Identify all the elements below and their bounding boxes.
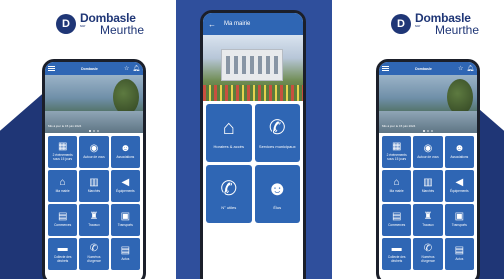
town-hall-icon: ⌂ — [59, 177, 66, 189]
phone-mockup: Dombasle ☆ 🔔︎ Mis à jour le 15 juin 2024… — [376, 59, 480, 279]
people-icon: ☻ — [454, 143, 465, 155]
tile-mairie[interactable]: ⌂ Ma mairie — [48, 170, 78, 202]
star-icon[interactable]: ☆ — [124, 65, 129, 72]
hero-caption: Mis à jour le 15 juin 2024 — [382, 124, 416, 128]
hamburger-icon[interactable] — [48, 66, 55, 71]
tile-emergency[interactable]: ✆ Numéros d'urgence — [413, 238, 443, 270]
arrow-left-icon[interactable]: ← — [208, 20, 216, 29]
worker-icon: ♜ — [423, 211, 433, 223]
phone-mockup: ← Ma mairie ⌂ Horaires & accès ✆ Services … — [200, 10, 306, 279]
tile-transport[interactable]: ▣ Transports — [444, 204, 474, 236]
train-icon: ▣ — [454, 211, 465, 223]
slide-home-left: D Dombasle sur Meurthe Dombasle ☆ 🔔︎ Mis… — [0, 0, 168, 279]
bell-icon[interactable]: 🔔︎ — [132, 65, 140, 72]
brand-emblem-icon: D — [391, 14, 411, 34]
person-icon: ☻ — [266, 177, 288, 200]
megaphone-icon: ◀ — [121, 177, 130, 189]
page-title: Ma mairie — [224, 21, 251, 27]
brand-name-small: sur — [80, 23, 86, 28]
phone-icon: ✆ — [89, 243, 99, 255]
brand-emblem-icon: D — [56, 14, 76, 34]
hero-caption: Mis à jour le 15 juin 2024 — [48, 124, 82, 128]
app-bar: Dombasle ☆ 🔔︎ — [379, 62, 477, 75]
app-bar-logo: Dombasle — [81, 66, 98, 71]
brand-name-small: sur — [415, 23, 421, 28]
tile-equipment[interactable]: ◀ Équipements — [444, 170, 474, 202]
phone-mockup: Dombasle ☆ 🔔︎ Mis à jour le 15 juin 2024… — [42, 59, 146, 279]
tile-works[interactable]: ♜ Travaux — [413, 204, 443, 236]
news-icon: ▤ — [120, 245, 131, 257]
tile-waste[interactable]: ▬ Collecte des déchets — [382, 238, 412, 270]
app-bar: Dombasle ☆ 🔔︎ — [45, 62, 143, 75]
tile-news[interactable]: ▤ Actus — [110, 238, 140, 270]
tile-emergency[interactable]: ✆ Numéros d'urgence — [79, 238, 109, 270]
tile-useful-numbers[interactable]: ✆ N° utiles — [206, 165, 252, 223]
location-pin-icon: ◉ — [89, 143, 99, 155]
tile-equipment[interactable]: ◀ Équipements — [110, 170, 140, 202]
town-hall-icon: ⌂ — [393, 177, 400, 189]
location-pin-icon: ◉ — [423, 143, 433, 155]
hero-image — [203, 35, 303, 101]
phone-icon: ✆ — [423, 243, 433, 255]
basket-icon: ▤ — [391, 211, 402, 223]
news-icon: ▤ — [454, 245, 465, 257]
tile-associations[interactable]: ☻ Associations — [444, 136, 474, 168]
tile-events[interactable]: ▦ 2 événements sous 15 jours — [48, 136, 78, 168]
market-icon: ▥ — [89, 177, 99, 189]
tile-grid: ⌂ Horaires & accès ✆ Services municipaux ✆… — [203, 101, 303, 226]
tile-markets[interactable]: ▥ Marchés — [79, 170, 109, 202]
basket-icon: ▤ — [57, 211, 68, 223]
tile-news[interactable]: ▤ Actus — [444, 238, 474, 270]
worker-icon: ♜ — [89, 211, 99, 223]
people-icon: ☻ — [120, 143, 131, 155]
truck-icon: ▬ — [57, 243, 68, 255]
tile-nearby[interactable]: ◉ Autour de vous — [413, 136, 443, 168]
store-screenshot-banner: D Dombasle sur Meurthe Dombasle ☆ 🔔︎ Mis… — [0, 0, 504, 279]
market-icon: ▥ — [423, 177, 433, 189]
brand-name-line2: Meurthe — [435, 23, 480, 37]
tile-grid: ▦ 2 événements sous 15 jours ◉ Autour de v… — [379, 133, 477, 273]
phone-icon: ✆ — [220, 177, 238, 200]
tile-waste[interactable]: ▬ Collecte des déchets — [48, 238, 78, 270]
calendar-icon: ▦ — [391, 141, 402, 153]
tile-shops[interactable]: ▤ Commerces — [382, 204, 412, 236]
tile-transport[interactable]: ▣ Transports — [110, 204, 140, 236]
tile-elected[interactable]: ☻ Élus — [254, 165, 300, 223]
town-hall-icon: ⌂ — [222, 116, 235, 139]
brand-logo: D Dombasle sur Meurthe — [56, 12, 144, 36]
tile-shops[interactable]: ▤ Commerces — [48, 204, 78, 236]
bell-icon[interactable]: 🔔︎ — [466, 65, 474, 72]
slide-home-right: D Dombasle sur Meurthe Dombasle ☆ 🔔︎ Mis… — [336, 0, 504, 279]
star-icon[interactable]: ☆ — [458, 65, 463, 72]
tile-grid: ▦ 2 événements sous 15 jours ◉ Autour de v… — [45, 133, 143, 273]
tile-events[interactable]: ▦ 2 événements sous 15 jours — [382, 136, 412, 168]
hamburger-icon[interactable] — [382, 66, 389, 71]
train-icon: ▣ — [120, 211, 131, 223]
hero-image: Mis à jour le 15 juin 2024 — [379, 75, 477, 133]
slide-mairie: ← Ma mairie ⌂ Horaires & accès ✆ Services … — [176, 0, 332, 279]
calendar-icon: ▦ — [57, 141, 68, 153]
carousel-dots[interactable] — [45, 130, 143, 132]
tile-markets[interactable]: ▥ Marchés — [413, 170, 443, 202]
brand-logo: D Dombasle sur Meurthe — [391, 12, 479, 36]
tile-works[interactable]: ♜ Travaux — [79, 204, 109, 236]
phone-info-icon: ✆ — [268, 116, 286, 139]
carousel-dots[interactable] — [379, 130, 477, 132]
decorative-strip — [0, 89, 48, 279]
tile-mairie[interactable]: ⌂ Ma mairie — [382, 170, 412, 202]
app-bar-logo: Dombasle — [415, 66, 432, 71]
tile-services[interactable]: ✆ Services municipaux — [254, 104, 300, 162]
tile-nearby[interactable]: ◉ Autour de vous — [79, 136, 109, 168]
tile-associations[interactable]: ☻ Associations — [110, 136, 140, 168]
brand-name-line2: Meurthe — [100, 23, 145, 37]
tile-hours-access[interactable]: ⌂ Horaires & accès — [206, 104, 252, 162]
app-bar: ← Ma mairie — [203, 13, 303, 35]
hero-image: Mis à jour le 15 juin 2024 — [45, 75, 143, 133]
megaphone-icon: ◀ — [455, 177, 464, 189]
truck-icon: ▬ — [391, 243, 402, 255]
